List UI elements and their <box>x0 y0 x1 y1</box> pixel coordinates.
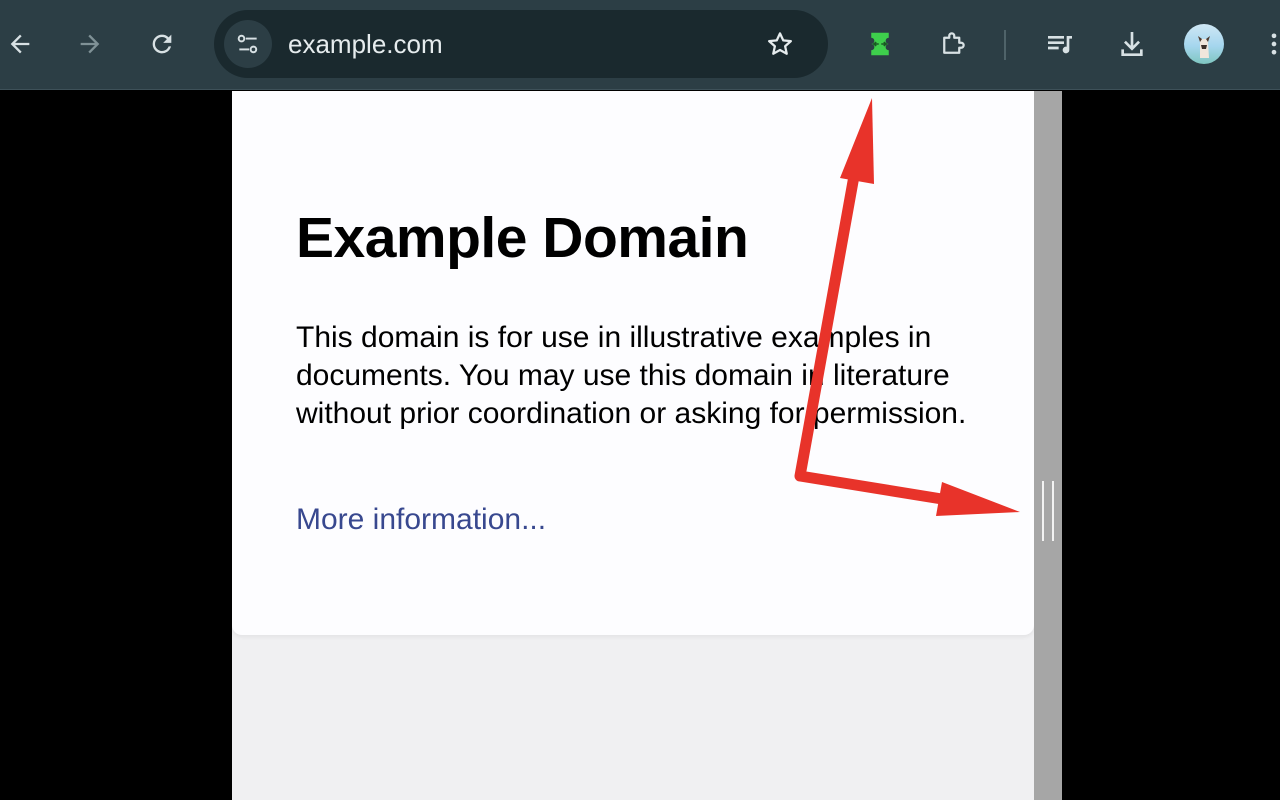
cat-avatar-icon <box>1198 36 1210 58</box>
reload-button[interactable] <box>142 24 182 64</box>
bookmark-button[interactable] <box>762 26 798 62</box>
tune-icon <box>237 34 258 54</box>
url-text[interactable]: example.com <box>288 28 443 60</box>
download-icon <box>1121 32 1143 56</box>
scrollbar-grip-line[interactable] <box>1042 481 1044 541</box>
green-extension-icon <box>871 32 889 56</box>
page-paragraph: This domain is for use in illustrative e… <box>296 321 967 430</box>
media-button[interactable] <box>1040 24 1080 64</box>
back-button[interactable] <box>0 24 40 64</box>
reload-icon <box>152 34 172 54</box>
scrollbar[interactable] <box>1034 91 1062 800</box>
scrollbar-grip-line[interactable] <box>1052 481 1054 541</box>
address-bar[interactable]: example.com <box>214 10 828 78</box>
browser-menu-button[interactable] <box>1254 24 1280 64</box>
avatar[interactable] <box>1184 24 1224 64</box>
site-info-button[interactable] <box>224 20 272 68</box>
extensions-menu-button[interactable] <box>933 24 973 64</box>
content-card: Example Domain This domain is for use in… <box>232 91 1034 635</box>
page-viewport: Example Domain This domain is for use in… <box>232 91 1034 800</box>
puzzle-icon <box>943 32 965 54</box>
more-information-link[interactable]: More information... <box>296 501 546 539</box>
page-title: Example Domain <box>296 206 749 270</box>
kebab-menu-icon <box>1271 33 1277 55</box>
extension-button[interactable] <box>860 24 900 64</box>
toolbar-divider <box>1004 30 1006 60</box>
playlist-icon <box>1048 36 1072 54</box>
downloads-button[interactable] <box>1112 24 1152 64</box>
forward-arrow-icon <box>80 34 100 54</box>
back-arrow-icon <box>10 34 30 54</box>
star-icon <box>768 32 792 55</box>
browser-toolbar: example.com <box>0 0 1280 90</box>
forward-button[interactable] <box>70 24 110 64</box>
